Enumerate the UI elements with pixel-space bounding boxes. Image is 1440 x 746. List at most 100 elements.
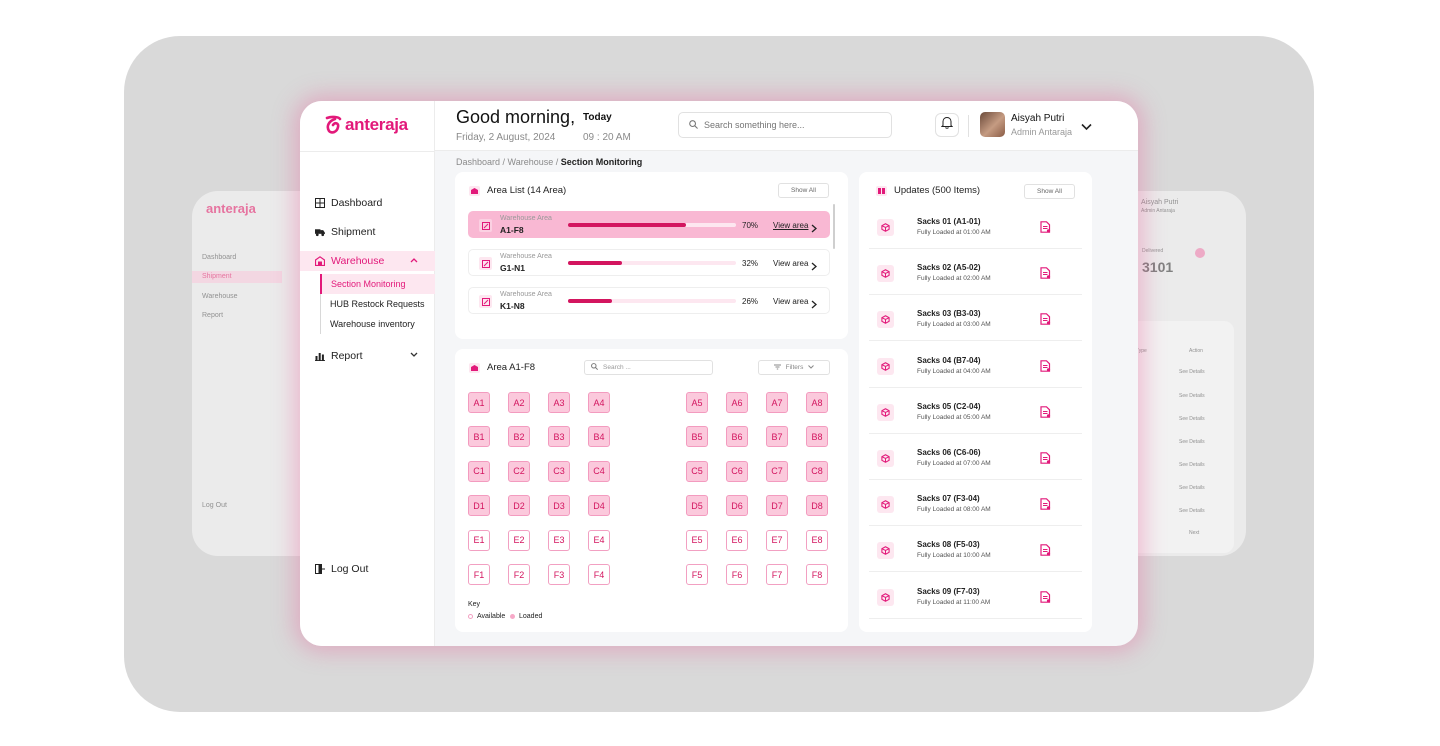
area-cell-a6[interactable]: A6 [726,392,748,413]
area-cell-c1[interactable]: C1 [468,460,490,482]
chevron-down-icon[interactable] [410,350,418,360]
area-cell-e8[interactable]: E8 [806,529,828,551]
area-cell-a4[interactable]: A4 [588,392,610,413]
notification-button[interactable] [935,113,959,137]
global-search[interactable] [678,112,892,138]
area-cell-e4[interactable]: E4 [588,529,610,551]
area-cell-b1[interactable]: B1 [468,426,490,448]
area-cell-f7[interactable]: F7 [766,564,788,585]
chevron-down-icon[interactable] [1081,118,1092,136]
update-item[interactable]: Sacks 08 (F5-03) Fully Loaded at 10:00 AM [869,527,1082,573]
search-input[interactable] [704,120,874,130]
sidebar-item-warehouse[interactable]: Warehouse [300,251,435,271]
sidebar-item-dashboard[interactable]: Dashboard [300,193,435,213]
area-cell-c2[interactable]: C2 [508,460,530,482]
area-cell-c4[interactable]: C4 [588,460,610,482]
chevron-right-icon[interactable] [811,258,817,276]
area-list-scrollbar[interactable] [833,204,835,249]
today-label: Today [583,112,612,123]
document-icon[interactable] [1040,590,1051,608]
view-area-link[interactable]: View area [773,297,808,306]
area-cell-d4[interactable]: D4 [588,495,610,517]
area-cell-f4[interactable]: F4 [588,564,610,585]
area-cell-f5[interactable]: F5 [686,564,708,585]
area-cell-c3[interactable]: C3 [548,460,570,482]
update-item[interactable]: Sacks 07 (F3-04) Fully Loaded at 08:00 AM [869,481,1082,527]
area-cell-b8[interactable]: B8 [806,426,828,448]
document-icon[interactable] [1040,312,1051,330]
sidebar-item-report[interactable]: Report [300,346,435,366]
submenu-item-hub-restock[interactable]: HUB Restock Requests [321,294,435,314]
document-icon[interactable] [1040,359,1051,377]
area-cell-b5[interactable]: B5 [686,426,708,448]
show-all-areas-button[interactable]: Show All [778,183,829,198]
area-cell-b7[interactable]: B7 [766,426,788,448]
update-item[interactable]: Sacks 09 (F7-03) Fully Loaded at 11:00 AM [869,574,1082,619]
area-cell-f3[interactable]: F3 [548,564,570,585]
area-cell-d1[interactable]: D1 [468,495,490,517]
area-cell-c7[interactable]: C7 [766,460,788,482]
area-cell-b6[interactable]: B6 [726,426,748,448]
document-icon[interactable] [1040,405,1051,423]
document-icon[interactable] [1040,266,1051,284]
update-item[interactable]: Sacks 05 (C2-04) Fully Loaded at 05:00 AM [869,389,1082,434]
area-cell-b2[interactable]: B2 [508,426,530,448]
update-status: Fully Loaded at 01:00 AM [917,229,991,236]
area-cell-a5[interactable]: A5 [686,392,708,413]
chevron-right-icon[interactable] [811,220,817,238]
breadcrumb-path[interactable]: Dashboard / Warehouse / [456,157,561,167]
area-row-a1-f8[interactable]: Warehouse Area A1-F8 70% View area [468,211,830,238]
area-cell-c5[interactable]: C5 [686,460,708,482]
area-search-input[interactable]: Search ... [584,360,713,375]
submenu-item-section-monitoring[interactable]: Section Monitoring [320,274,435,294]
chevron-up-icon[interactable] [410,255,418,265]
area-cell-d2[interactable]: D2 [508,495,530,517]
document-icon[interactable] [1040,543,1051,561]
area-cell-a8[interactable]: A8 [806,392,828,413]
area-cell-f6[interactable]: F6 [726,564,748,585]
user-role: Admin Antaraja [1011,127,1073,137]
submenu-item-warehouse-inventory[interactable]: Warehouse inventory [321,314,435,334]
view-area-link[interactable]: View area [773,259,808,268]
logout-button[interactable]: Log Out [315,563,368,575]
area-cell-d6[interactable]: D6 [726,495,748,517]
area-cell-a7[interactable]: A7 [766,392,788,413]
area-row-k1-n8[interactable]: Warehouse Area K1-N8 26% View area [468,287,830,314]
update-item[interactable]: Sacks 03 (B3-03) Fully Loaded at 03:00 AM [869,296,1082,342]
update-item[interactable]: Sacks 01 (A1-01) Fully Loaded at 01:00 AM [869,204,1082,249]
area-cell-d8[interactable]: D8 [806,495,828,517]
document-icon[interactable] [1040,451,1051,469]
document-icon[interactable] [1040,497,1051,515]
area-cell-e7[interactable]: E7 [766,529,788,551]
area-cell-e5[interactable]: E5 [686,529,708,551]
area-cell-f1[interactable]: F1 [468,564,490,585]
update-item[interactable]: Sacks 02 (A5-02) Fully Loaded at 02:00 AM [869,250,1082,296]
area-cell-c8[interactable]: C8 [806,460,828,482]
area-cell-a1[interactable]: A1 [468,392,490,413]
area-cell-a2[interactable]: A2 [508,392,530,413]
area-cell-c6[interactable]: C6 [726,460,748,482]
sidebar-item-shipment[interactable]: Shipment [300,222,435,242]
area-cell-f2[interactable]: F2 [508,564,530,585]
area-cell-b3[interactable]: B3 [548,426,570,448]
area-cell-e1[interactable]: E1 [468,529,490,551]
document-icon[interactable] [1040,220,1051,238]
brand-logo[interactable]: anteraja [324,115,408,135]
area-cell-a3[interactable]: A3 [548,392,570,413]
area-cell-d7[interactable]: D7 [766,495,788,517]
area-row-g1-n1[interactable]: Warehouse Area G1-N1 32% View area [468,249,830,276]
area-cell-e2[interactable]: E2 [508,529,530,551]
area-cell-e6[interactable]: E6 [726,529,748,551]
area-cell-d3[interactable]: D3 [548,495,570,517]
chevron-right-icon[interactable] [811,296,817,314]
area-cell-f8[interactable]: F8 [806,564,828,585]
area-cell-d5[interactable]: D5 [686,495,708,517]
view-area-link[interactable]: View area [773,221,808,230]
area-cell-b4[interactable]: B4 [588,426,610,448]
area-cell-e3[interactable]: E3 [548,529,570,551]
filters-button[interactable]: Filters [758,360,830,375]
update-item[interactable]: Sacks 04 (B7-04) Fully Loaded at 04:00 AM [869,343,1082,388]
show-all-updates-button[interactable]: Show All [1024,184,1075,199]
update-item[interactable]: Sacks 06 (C6-06) Fully Loaded at 07:00 AM [869,435,1082,480]
avatar[interactable] [980,112,1005,137]
